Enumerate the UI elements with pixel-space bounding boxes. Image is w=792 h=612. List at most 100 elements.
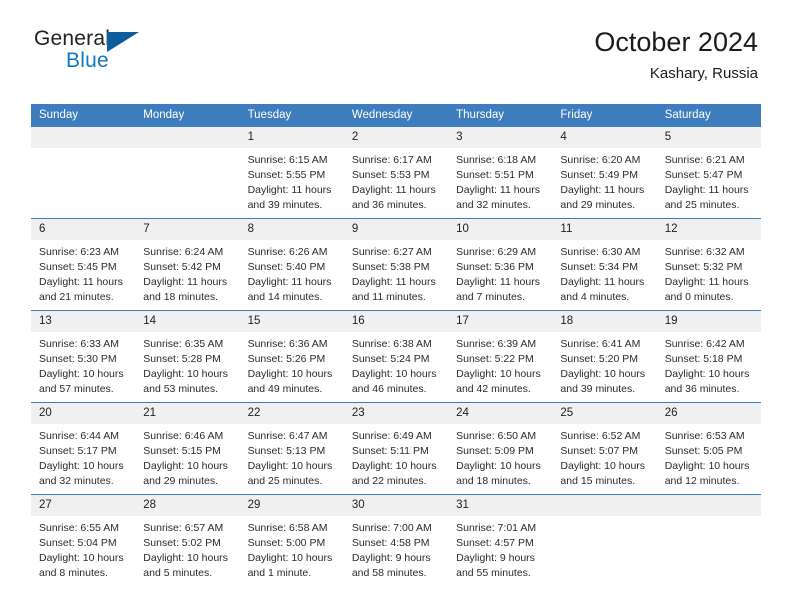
- day-number: 15: [239, 311, 344, 333]
- calendar-day-cell[interactable]: 27 Sunrise: 6:55 AM Sunset: 5:04 PM Dayligh…: [31, 494, 136, 586]
- day-info-line: Daylight: 11 hours: [351, 276, 436, 289]
- calendar-day-cell[interactable]: 15 Sunrise: 6:36 AM Sunset: 5:26 PM Dayligh…: [239, 310, 344, 403]
- calendar-day-cell[interactable]: 23 Sunrise: 6:49 AM Sunset: 5:11 PM Dayligh…: [343, 402, 449, 495]
- calendar-day-cell[interactable]: 26 Sunrise: 6:53 AM Sunset: 5:05 PM Dayligh…: [656, 402, 761, 495]
- day-info-line: Sunset: 5:15 PM: [143, 445, 221, 458]
- calendar-day-cell[interactable]: 12 Sunrise: 6:32 AM Sunset: 5:32 PM Dayligh…: [656, 218, 761, 311]
- day-info-line: Sunset: 5:30 PM: [39, 353, 117, 366]
- general-blue-logo: General Blue: [34, 26, 154, 80]
- day-info-line: Daylight: 11 hours: [456, 276, 540, 289]
- calendar-day-cell[interactable]: 18 Sunrise: 6:41 AM Sunset: 5:20 PM Dayligh…: [552, 310, 657, 403]
- day-number: 1: [239, 127, 344, 149]
- day-sun-info: Sunrise: 6:24 AM Sunset: 5:42 PM Daylight:…: [135, 240, 239, 305]
- calendar-day-cell[interactable]: 6 Sunrise: 6:23 AM Sunset: 5:45 PM Daylight…: [31, 218, 136, 311]
- day-info-line: and 14 minutes.: [247, 290, 323, 303]
- day-info-line: Daylight: 9 hours: [456, 552, 535, 565]
- day-info-line: and 25 minutes.: [247, 474, 323, 487]
- calendar-day-cell[interactable]: 28 Sunrise: 6:57 AM Sunset: 5:02 PM Dayligh…: [135, 494, 240, 586]
- day-info-line: Sunset: 5:00 PM: [247, 537, 326, 550]
- calendar-day-cell[interactable]: 3 Sunrise: 6:18 AM Sunset: 5:51 PM Daylight…: [448, 127, 553, 219]
- calendar-day-cell[interactable]: 22 Sunrise: 6:47 AM Sunset: 5:13 PM Dayligh…: [239, 402, 344, 495]
- day-sun-info: Sunrise: 6:15 AM Sunset: 5:55 PM Daylight:…: [240, 148, 344, 213]
- day-info-line: and 53 minutes.: [143, 382, 218, 395]
- day-info-line: Sunset: 5:49 PM: [560, 169, 639, 182]
- calendar-day-cell[interactable]: 8 Sunrise: 6:26 AM Sunset: 5:40 PM Daylight…: [239, 218, 344, 311]
- day-info-line: Sunrise: 6:35 AM: [143, 338, 224, 351]
- calendar-day-cell[interactable]: 9 Sunrise: 6:27 AM Sunset: 5:38 PM Daylight…: [343, 218, 449, 311]
- day-info-line: Sunrise: 6:52 AM: [560, 430, 641, 443]
- calendar-empty-cell: [552, 494, 657, 586]
- calendar-day-cell[interactable]: 19 Sunrise: 6:42 AM Sunset: 5:18 PM Dayligh…: [656, 310, 761, 403]
- day-info-line: Sunrise: 6:24 AM: [143, 246, 224, 259]
- day-number: 11: [552, 219, 657, 241]
- day-info-line: Sunrise: 6:38 AM: [351, 338, 432, 351]
- day-info-line: and 57 minutes.: [39, 382, 114, 395]
- calendar-body: 1 Sunrise: 6:15 AM Sunset: 5:55 PM Daylight…: [31, 127, 761, 586]
- day-info-line: and 0 minutes.: [664, 290, 734, 303]
- day-sun-info: Sunrise: 6:32 AM Sunset: 5:32 PM Daylight:…: [657, 240, 761, 305]
- weekday-header-wednesday: Wednesday: [343, 104, 449, 127]
- day-info-line: Sunset: 5:36 PM: [456, 261, 534, 274]
- calendar-day-cell[interactable]: 16 Sunrise: 6:38 AM Sunset: 5:24 PM Dayligh…: [343, 310, 449, 403]
- day-info-line: and 39 minutes.: [560, 382, 636, 395]
- day-info-line: Sunrise: 6:47 AM: [247, 430, 328, 443]
- day-number: 8: [239, 219, 344, 241]
- day-info-line: Sunrise: 6:26 AM: [247, 246, 328, 259]
- weekday-header-tuesday: Tuesday: [239, 104, 344, 127]
- day-info-line: and 5 minutes.: [143, 566, 213, 579]
- day-info-line: Sunset: 5:04 PM: [39, 537, 117, 550]
- calendar-day-cell[interactable]: 4 Sunrise: 6:20 AM Sunset: 5:49 PM Daylight…: [552, 127, 657, 219]
- day-info-line: Sunrise: 6:27 AM: [351, 246, 432, 259]
- day-info-line: Sunrise: 6:57 AM: [143, 522, 224, 535]
- day-number: 18: [552, 311, 657, 333]
- calendar-day-cell[interactable]: 2 Sunrise: 6:17 AM Sunset: 5:53 PM Daylight…: [343, 127, 449, 219]
- day-info-line: Daylight: 10 hours: [351, 460, 437, 473]
- day-number: 2: [343, 127, 449, 149]
- calendar-day-cell[interactable]: 10 Sunrise: 6:29 AM Sunset: 5:36 PM Dayligh…: [448, 218, 553, 311]
- calendar-day-cell[interactable]: 5 Sunrise: 6:21 AM Sunset: 5:47 PM Daylight…: [656, 127, 761, 219]
- day-number: [656, 495, 761, 517]
- day-number: 9: [343, 219, 449, 241]
- calendar-day-cell[interactable]: 17 Sunrise: 6:39 AM Sunset: 5:22 PM Dayligh…: [448, 310, 553, 403]
- page-header: General Blue October 2024 Kashary, Russi…: [0, 0, 792, 82]
- day-number: 26: [656, 403, 761, 425]
- day-info-line: Sunset: 5:09 PM: [456, 445, 534, 458]
- calendar-day-cell[interactable]: 7 Sunrise: 6:24 AM Sunset: 5:42 PM Daylight…: [135, 218, 240, 311]
- day-number: [552, 495, 657, 517]
- calendar-day-cell[interactable]: 14 Sunrise: 6:35 AM Sunset: 5:28 PM Dayligh…: [135, 310, 240, 403]
- day-number: 19: [656, 311, 761, 333]
- day-sun-info: Sunrise: 6:52 AM Sunset: 5:07 PM Daylight:…: [552, 424, 656, 489]
- calendar-empty-cell: [135, 127, 240, 219]
- day-number: 7: [135, 219, 240, 241]
- day-info-line: Daylight: 10 hours: [664, 460, 750, 473]
- calendar-day-cell[interactable]: 21 Sunrise: 6:46 AM Sunset: 5:15 PM Dayligh…: [135, 402, 240, 495]
- calendar-day-cell[interactable]: 24 Sunrise: 6:50 AM Sunset: 5:09 PM Dayligh…: [448, 402, 553, 495]
- calendar-day-cell[interactable]: 1 Sunrise: 6:15 AM Sunset: 5:55 PM Daylight…: [239, 127, 344, 219]
- calendar-page: General Blue October 2024 Kashary, Russi…: [0, 0, 792, 612]
- day-info-line: and 25 minutes.: [664, 198, 740, 211]
- day-info-line: Sunrise: 6:23 AM: [39, 246, 119, 259]
- calendar-day-cell[interactable]: 31 Sunrise: 7:01 AM Sunset: 4:57 PM Dayligh…: [448, 494, 553, 586]
- day-sun-info: Sunrise: 6:53 AM Sunset: 5:05 PM Daylight:…: [657, 424, 761, 489]
- day-number: 25: [552, 403, 657, 425]
- day-info-line: Sunset: 5:47 PM: [664, 169, 743, 182]
- day-info-line: Sunset: 5:51 PM: [456, 169, 534, 182]
- day-info-line: Sunrise: 6:55 AM: [39, 522, 119, 535]
- calendar-day-cell[interactable]: 25 Sunrise: 6:52 AM Sunset: 5:07 PM Dayligh…: [552, 402, 657, 495]
- day-number: 29: [239, 495, 344, 517]
- calendar-week-row: 20 Sunrise: 6:44 AM Sunset: 5:17 PM Dayligh…: [31, 402, 761, 495]
- day-sun-info: Sunrise: 6:47 AM Sunset: 5:13 PM Daylight:…: [240, 424, 344, 489]
- day-sun-info: Sunrise: 6:26 AM Sunset: 5:40 PM Daylight:…: [240, 240, 344, 305]
- calendar-day-cell[interactable]: 11 Sunrise: 6:30 AM Sunset: 5:34 PM Dayligh…: [552, 218, 657, 311]
- day-sun-info: Sunrise: 6:17 AM Sunset: 5:53 PM Daylight:…: [344, 148, 448, 213]
- day-info-line: Sunrise: 6:30 AM: [560, 246, 641, 259]
- calendar-day-cell[interactable]: 29 Sunrise: 6:58 AM Sunset: 5:00 PM Dayligh…: [239, 494, 344, 586]
- day-sun-info: Sunrise: 6:33 AM Sunset: 5:30 PM Daylight:…: [31, 332, 135, 397]
- day-info-line: Daylight: 10 hours: [143, 368, 228, 381]
- calendar-day-cell[interactable]: 30 Sunrise: 7:00 AM Sunset: 4:58 PM Dayligh…: [343, 494, 449, 586]
- title-block: October 2024 Kashary, Russia: [594, 26, 758, 82]
- day-info-line: Sunrise: 6:50 AM: [456, 430, 537, 443]
- calendar-day-cell[interactable]: 13 Sunrise: 6:33 AM Sunset: 5:30 PM Dayligh…: [31, 310, 136, 403]
- day-info-line: Sunrise: 6:17 AM: [351, 154, 432, 167]
- calendar-day-cell[interactable]: 20 Sunrise: 6:44 AM Sunset: 5:17 PM Dayligh…: [31, 402, 136, 495]
